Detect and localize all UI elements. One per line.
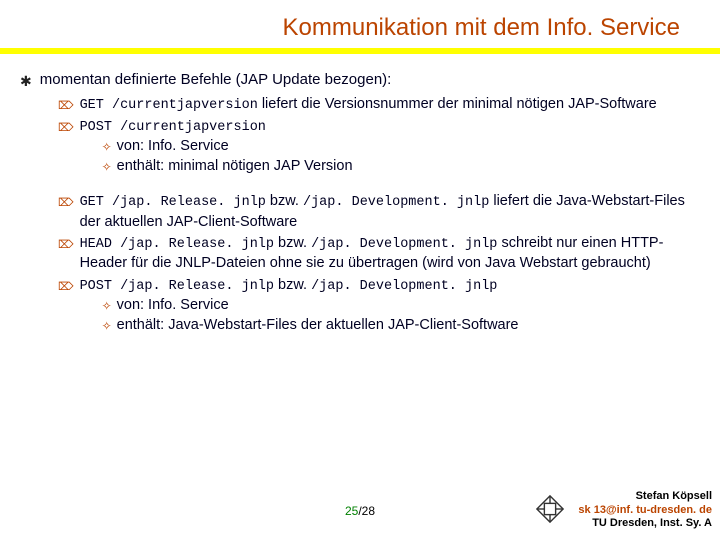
list-item: ⌦ GET /currentjapversion liefert die Ver… [58,95,700,115]
footer: 25/28 Stefan Köpsell sk 13@inf. tu-dresd… [0,486,720,532]
bullet-l2-icon: ⌦ [58,99,74,114]
code-text: /jap. Development. jnlp [311,237,497,252]
page-total: 28 [362,504,375,518]
bullet-l1-icon: ✱ [20,72,32,91]
body-text: von: Info. Service [117,137,229,157]
bullet-l3-icon: ✧ [102,298,112,314]
body-text: liefert die Versionsnummer der minimal n… [258,96,657,112]
code-text: POST /currentjapversion [80,120,266,135]
code-text: /jap. Development. jnlp [303,195,489,210]
list-item: ⌦ POST /currentjapversion ✧ von: Info. S… [58,117,700,176]
list-item: ⌦ GET /jap. Release. jnlp bzw. /jap. Dev… [58,192,700,232]
author-block: Stefan Köpsell sk 13@inf. tu-dresden. de… [578,490,712,530]
code-text: GET /jap. Release. jnlp [80,195,266,210]
sub-item: ✧ von: Info. Service [102,137,700,157]
page-number: 25/28 [345,504,375,518]
content-area: ✱ momentan definierte Befehle (JAP Updat… [0,54,720,335]
page-current: 25 [345,504,358,518]
author-name: Stefan Köpsell [578,490,712,503]
page-title: Kommunikation mit dem Info. Service [0,0,720,48]
list-item: ⌦ POST /jap. Release. jnlp bzw. /jap. De… [58,276,700,335]
section-heading-row: ✱ momentan definierte Befehle (JAP Updat… [20,70,700,91]
body-text: von: Info. Service [117,296,229,316]
code-text: HEAD /jap. Release. jnlp [80,237,274,252]
sub-item: ✧ enthält: Java-Webstart-Files der aktue… [102,316,700,336]
section-heading: momentan definierte Befehle (JAP Update … [40,70,392,90]
group-a: ⌦ GET /currentjapversion liefert die Ver… [58,95,700,177]
code-text: GET /currentjapversion [80,98,258,113]
bullet-l3-icon: ✧ [102,159,112,175]
body-text: bzw. [266,193,303,209]
body-text: bzw. [274,277,311,293]
bullet-l2-icon: ⌦ [58,196,74,211]
author-org: TU Dresden, Inst. Sy. A [578,517,712,530]
body-text: enthält: minimal nötigen JAP Version [117,157,353,177]
sub-item: ✧ von: Info. Service [102,296,700,316]
bullet-l3-icon: ✧ [102,139,112,155]
body-text: bzw. [274,235,311,251]
body-text: enthält: Java-Webstart-Files der aktuell… [117,316,519,336]
author-email: sk 13@inf. tu-dresden. de [578,504,712,517]
code-text: /jap. Development. jnlp [311,279,497,294]
bullet-l2-icon: ⌦ [58,121,74,136]
university-logo-icon [535,494,565,524]
code-text: POST /jap. Release. jnlp [80,279,274,294]
bullet-l2-icon: ⌦ [58,238,74,253]
sub-item: ✧ enthält: minimal nötigen JAP Version [102,157,700,177]
bullet-l3-icon: ✧ [102,318,112,334]
group-b: ⌦ GET /jap. Release. jnlp bzw. /jap. Dev… [58,192,700,335]
bullet-l2-icon: ⌦ [58,280,74,295]
list-item: ⌦ HEAD /jap. Release. jnlp bzw. /jap. De… [58,234,700,274]
